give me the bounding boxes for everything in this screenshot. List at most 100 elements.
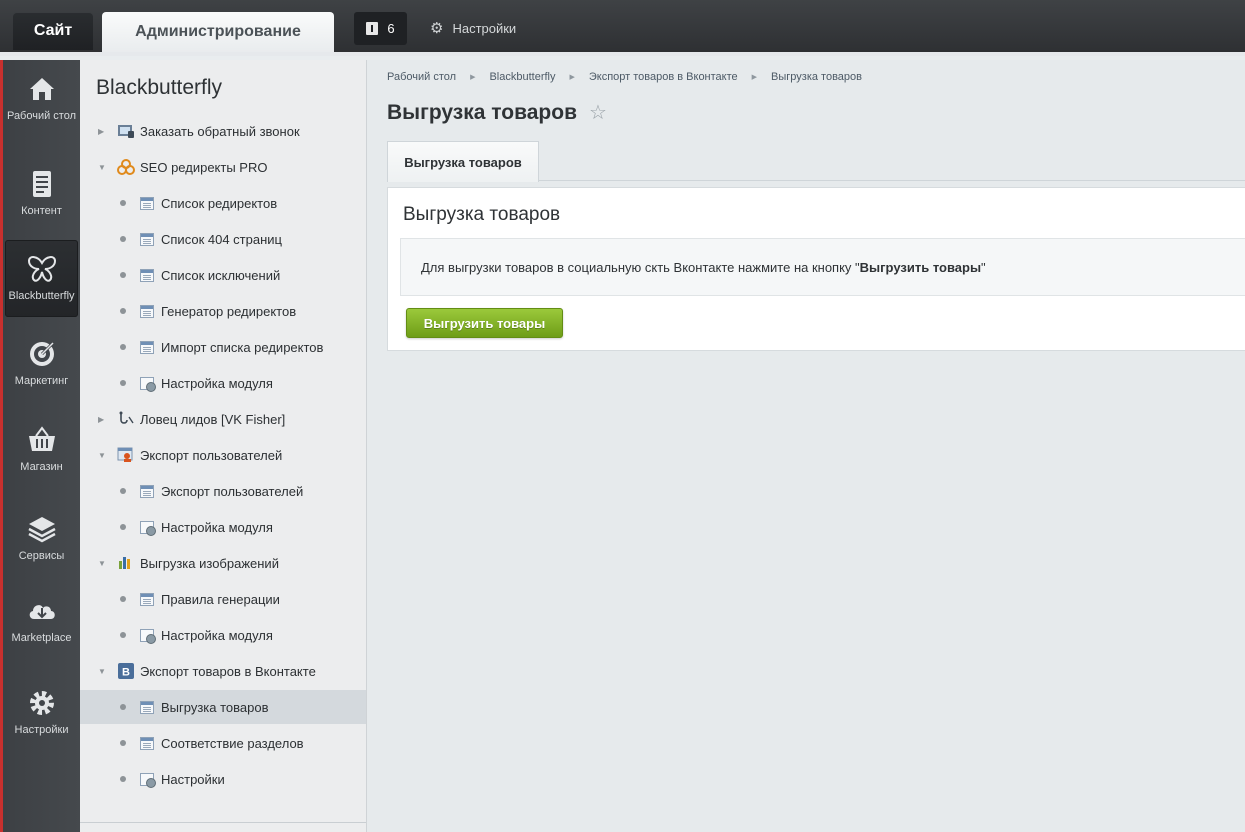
- collapse-arrow-icon[interactable]: ▼: [98, 163, 108, 172]
- menu-item-label: Правила генерации: [161, 591, 280, 607]
- info-icon: [366, 22, 379, 35]
- menu-item-exceptions[interactable]: Список исключений: [80, 258, 366, 292]
- panel-title: Выгрузка товаров: [403, 204, 561, 225]
- menu-item-label: Выгрузка товаров: [161, 699, 269, 715]
- menu-item-images-settings[interactable]: Настройка модуля: [80, 618, 366, 652]
- bullet: [120, 236, 126, 242]
- breadcrumb-item-module[interactable]: Blackbutterfly: [489, 71, 555, 83]
- menu-item-users-export[interactable]: ▼ Экспорт пользователей: [80, 438, 366, 472]
- menu-item-seo-redirects[interactable]: ▼ SEO редиректы PRO: [80, 150, 366, 184]
- page-icon: [138, 231, 156, 247]
- export-goods-button[interactable]: Выгрузить товары: [406, 308, 563, 338]
- bullet: [120, 776, 126, 782]
- tab-strip: Выгрузка товаров: [387, 141, 1245, 182]
- collapse-arrow-icon[interactable]: ▼: [98, 667, 108, 676]
- users-export-icon: [117, 447, 135, 463]
- note-bold: Выгрузить товары: [859, 259, 982, 275]
- breadcrumb: Рабочий стол ▶ Blackbutterfly ▶ Экспорт …: [387, 71, 862, 83]
- menu-item-generation-rules[interactable]: Правила генерации: [80, 582, 366, 616]
- notifications-count: 6: [387, 21, 395, 36]
- menu-item-vk-settings[interactable]: Настройки: [80, 762, 366, 796]
- page-icon: [138, 483, 156, 499]
- rail-item-label: Сервисы: [18, 550, 65, 562]
- rail-item-label: Blackbutterfly: [8, 290, 75, 302]
- menu-item-images-export[interactable]: ▼ Выгрузка изображений: [80, 546, 366, 580]
- menu-item-seo-settings[interactable]: Настройка модуля: [80, 366, 366, 400]
- menu-item-goods-export[interactable]: Выгрузка товаров: [80, 690, 366, 724]
- rail-item-content[interactable]: Контент: [5, 155, 78, 232]
- settings-label: Настройки: [452, 20, 517, 36]
- menu-item-callback[interactable]: ▶ Заказать обратный звонок: [80, 114, 366, 148]
- sidebar-title: Blackbutterfly: [96, 76, 223, 99]
- rail-item-blackbutterfly[interactable]: Blackbutterfly: [5, 240, 78, 317]
- menu-item-users-export-page[interactable]: Экспорт пользователей: [80, 474, 366, 508]
- rail-item-services[interactable]: Сервисы: [5, 500, 78, 577]
- menu-item-label: Выгрузка изображений: [140, 555, 279, 571]
- menu-item-label: Настройка модуля: [161, 519, 273, 535]
- menu-item-vk-fisher[interactable]: ▶ Ловец лидов [VK Fisher]: [80, 402, 366, 436]
- tab-goods-export[interactable]: Выгрузка товаров: [387, 141, 539, 182]
- breadcrumb-item-vk-export[interactable]: Экспорт товаров в Вконтакте: [589, 71, 738, 83]
- target-icon: [25, 337, 59, 371]
- svg-text:B: B: [122, 667, 130, 679]
- menu-item-404-list[interactable]: Список 404 страниц: [80, 222, 366, 256]
- rail-item-shop[interactable]: Магазин: [5, 411, 78, 488]
- bullet: [120, 524, 126, 530]
- layers-icon: [25, 512, 59, 546]
- bullet: [120, 380, 126, 386]
- main-content: Рабочий стол ▶ Blackbutterfly ▶ Экспорт …: [367, 60, 1245, 832]
- bullet: [120, 200, 126, 206]
- note-suffix: ": [981, 259, 986, 275]
- expand-arrow-icon[interactable]: ▶: [98, 415, 108, 424]
- home-icon: [25, 72, 59, 106]
- rail-item-marketing[interactable]: Маркетинг: [5, 325, 78, 402]
- star-icon[interactable]: ☆: [589, 100, 607, 125]
- menu-item-label: Импорт списка редиректов: [161, 339, 324, 355]
- menu-item-redirect-import[interactable]: Импорт списка редиректов: [80, 330, 366, 364]
- note-text: Для выгрузки товаров в социальную скть В…: [421, 259, 860, 275]
- gear-icon: [25, 686, 59, 720]
- top-bar: Сайт Администрирование 6 ⚙ Настройки: [0, 0, 1245, 56]
- menu-item-label: Экспорт товаров в Вконтакте: [140, 663, 316, 679]
- menu-item-label: Список редиректов: [161, 195, 278, 211]
- menu-item-label: Список 404 страниц: [161, 231, 282, 247]
- page-title-text: Выгрузка товаров: [387, 100, 577, 124]
- page-icon: [138, 195, 156, 211]
- rail-item-desktop[interactable]: Рабочий стол: [5, 60, 78, 137]
- bullet: [120, 596, 126, 602]
- sidebar-divider: [80, 822, 366, 823]
- menu-item-redirect-generator[interactable]: Генератор редиректов: [80, 294, 366, 328]
- collapse-arrow-icon[interactable]: ▼: [98, 559, 108, 568]
- main-nav-rail: Рабочий стол Контент Blackbutterfly Марк…: [0, 60, 80, 832]
- rail-item-marketplace[interactable]: Marketplace: [5, 582, 78, 659]
- callback-icon: [117, 123, 135, 139]
- page-icon: [138, 339, 156, 355]
- admin-tab[interactable]: Администрирование: [102, 12, 334, 52]
- rail-item-settings[interactable]: Настройки: [5, 674, 78, 751]
- menu-item-label: Соответствие разделов: [161, 735, 304, 751]
- menu-item-section-mapping[interactable]: Соответствие разделов: [80, 726, 366, 760]
- page-icon: [138, 735, 156, 751]
- settings-link[interactable]: ⚙ Настройки: [430, 19, 516, 37]
- menu-item-users-export-settings[interactable]: Настройка модуля: [80, 510, 366, 544]
- menu-item-label: Заказать обратный звонок: [140, 123, 300, 139]
- menu-item-label: Настройка модуля: [161, 375, 273, 391]
- expand-arrow-icon[interactable]: ▶: [98, 127, 108, 136]
- vk-icon: B: [117, 663, 135, 679]
- menu-item-label: Настройки: [161, 771, 225, 787]
- collapse-arrow-icon[interactable]: ▼: [98, 451, 108, 460]
- bullet: [120, 740, 126, 746]
- bullet: [120, 272, 126, 278]
- menu-item-redirect-list[interactable]: Список редиректов: [80, 186, 366, 220]
- breadcrumb-item-desktop[interactable]: Рабочий стол: [387, 71, 456, 83]
- menu-item-vk-export[interactable]: ▼ B Экспорт товаров в Вконтакте: [80, 654, 366, 688]
- butterfly-icon: [25, 252, 59, 286]
- bullet: [120, 632, 126, 638]
- rail-item-label: Рабочий стол: [6, 110, 77, 122]
- menu-item-label: SEO редиректы PRO: [140, 159, 268, 175]
- images-icon: [117, 555, 135, 571]
- seo-icon: [117, 159, 135, 175]
- notifications-button[interactable]: 6: [354, 12, 407, 45]
- page-icon: [138, 591, 156, 607]
- site-tab[interactable]: Сайт: [13, 12, 93, 50]
